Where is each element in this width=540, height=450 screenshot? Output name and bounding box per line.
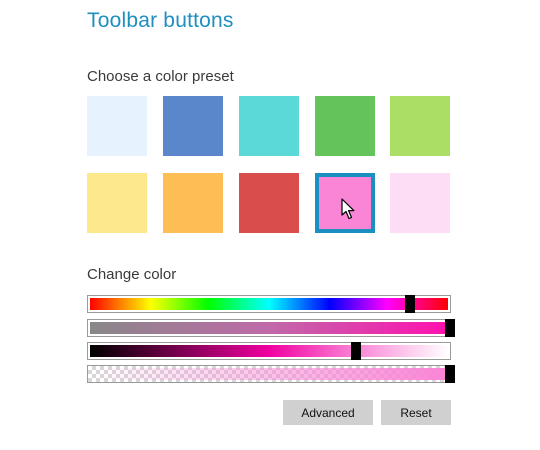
- lightness-slider-thumb[interactable]: [350, 342, 361, 360]
- swatch-green[interactable]: [315, 96, 375, 156]
- swatch-orange[interactable]: [163, 173, 223, 233]
- swatch-light-pink[interactable]: [390, 173, 450, 233]
- preset-label: Choose a color preset: [87, 68, 234, 85]
- swatch-pink[interactable]: [315, 173, 375, 233]
- opacity-slider[interactable]: [87, 365, 455, 383]
- mouse-pointer-icon: [341, 198, 355, 220]
- advanced-button[interactable]: Advanced: [283, 400, 373, 425]
- swatch-lime[interactable]: [390, 96, 450, 156]
- lightness-slider[interactable]: [87, 342, 451, 360]
- swatch-yellow[interactable]: [87, 173, 147, 233]
- swatch-teal[interactable]: [239, 96, 299, 156]
- reset-button[interactable]: Reset: [381, 400, 451, 425]
- color-preset-grid: [87, 96, 451, 233]
- opacity-slider-thumb[interactable]: [445, 365, 455, 383]
- saturation-slider-thumb[interactable]: [445, 319, 455, 337]
- page-title: Toolbar buttons: [87, 9, 234, 32]
- swatch-red[interactable]: [239, 173, 299, 233]
- saturation-track: [90, 322, 448, 334]
- hue-track: [90, 298, 448, 310]
- hue-slider-thumb[interactable]: [405, 295, 416, 313]
- opacity-track: [90, 368, 448, 380]
- lightness-track: [90, 345, 448, 357]
- hue-slider[interactable]: [87, 295, 451, 313]
- swatch-light-blue[interactable]: [87, 96, 147, 156]
- change-color-label: Change color: [87, 266, 177, 283]
- swatch-blue[interactable]: [163, 96, 223, 156]
- saturation-slider[interactable]: [87, 319, 455, 337]
